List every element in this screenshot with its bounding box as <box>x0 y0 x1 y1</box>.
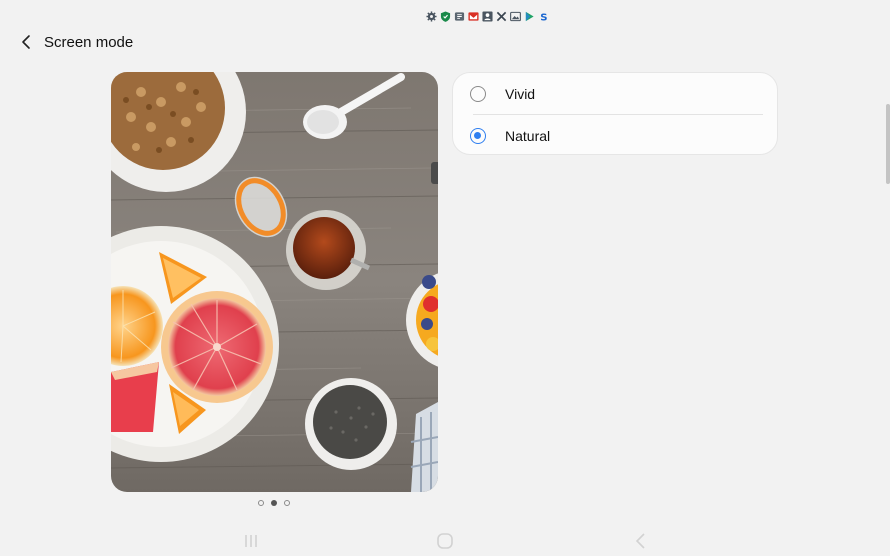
vivid-radio[interactable] <box>470 85 486 102</box>
option-natural[interactable]: Natural <box>453 115 777 156</box>
page-dot-2[interactable] <box>271 500 277 506</box>
natural-radio[interactable] <box>470 127 486 144</box>
svg-text:S: S <box>540 13 547 22</box>
back-icon[interactable] <box>630 530 652 552</box>
header: Screen mode <box>16 30 133 54</box>
status-bar: S <box>426 11 549 22</box>
page-indicator <box>258 500 290 506</box>
samsung-pay-icon: S <box>540 13 547 22</box>
option-natural-label: Natural <box>505 127 551 144</box>
play-store-icon <box>525 11 534 22</box>
shield-outline-icon <box>454 12 465 21</box>
tools-icon <box>496 11 507 22</box>
page-dot-1[interactable] <box>258 500 264 506</box>
gear-icon <box>426 11 437 22</box>
image-person-icon <box>482 11 493 22</box>
chevron-left-icon <box>22 35 30 49</box>
recent-apps-icon[interactable] <box>240 530 262 552</box>
preview-image[interactable] <box>111 72 438 492</box>
home-icon[interactable] <box>434 530 456 552</box>
option-vivid-label: Vivid <box>505 85 536 102</box>
back-button[interactable] <box>16 30 36 54</box>
gmail-icon <box>468 12 479 21</box>
navigation-bar <box>0 526 890 556</box>
option-vivid[interactable]: Vivid <box>453 73 777 114</box>
page-dot-3[interactable] <box>284 500 290 506</box>
screen-mode-options: Vivid Natural <box>452 72 778 155</box>
scrollbar-thumb[interactable] <box>886 104 890 184</box>
shield-icon <box>440 11 451 22</box>
page-title: Screen mode <box>44 33 134 51</box>
gallery-icon <box>510 11 521 22</box>
